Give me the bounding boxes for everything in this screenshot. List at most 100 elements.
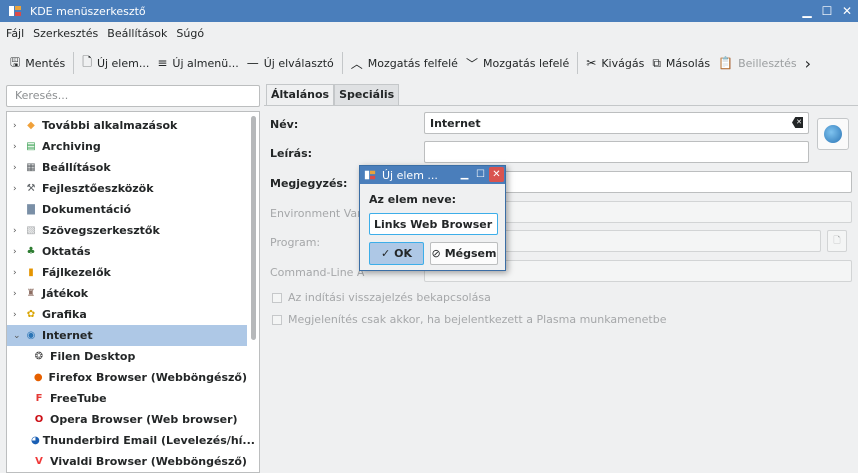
tree-item-freetube[interactable]: F FreeTube (7, 388, 247, 409)
filen-icon: ❂ (34, 351, 44, 362)
expand-arrow-icon[interactable]: › (13, 184, 23, 194)
new-item-button[interactable]: 🗋 Új elem... (78, 50, 153, 76)
tree-item-archiving[interactable]: › ▤ Archiving (7, 136, 247, 157)
freetube-icon: F (35, 393, 43, 404)
games-icon: ♜ (26, 288, 36, 299)
search-input[interactable]: Keresés... (6, 85, 260, 107)
expand-arrow-icon[interactable]: › (13, 247, 23, 257)
menu-settings[interactable]: Beállítások (107, 27, 167, 40)
copy-icon: ⧉ (652, 55, 661, 70)
dialog-maximize-button[interactable]: ☐ (473, 167, 488, 182)
copy-button[interactable]: ⧉ Másolás (648, 50, 714, 76)
tree-item-filen[interactable]: ❂ Filen Desktop (7, 346, 247, 367)
new-item-dialog: Új elem ... ▁ ☐ ✕ Az elem neve: Links We… (359, 165, 506, 271)
tree-item-settings[interactable]: › ▦ Beállítások (7, 157, 247, 178)
dialog-minimize-button[interactable]: ▁ (457, 167, 472, 182)
plasma-only-checkbox[interactable]: Megjelenítés csak akkor, ha bejelentkeze… (272, 313, 666, 326)
dialog-titlebar[interactable]: Új elem ... ▁ ☐ ✕ (360, 166, 505, 184)
comment-label: Megjegyzés: (270, 177, 348, 190)
move-down-button[interactable]: ﹀ Mozgatás lefelé (462, 50, 573, 76)
menu-help[interactable]: Súgó (176, 27, 204, 40)
expand-arrow-icon[interactable]: › (13, 163, 23, 173)
maximize-button[interactable]: ☐ (818, 2, 836, 19)
new-separator-button[interactable]: — Új elválasztó (243, 50, 338, 76)
scissors-icon: ✂ (586, 56, 597, 70)
graphics-icon: ✿ (26, 309, 36, 320)
tree-item-documentation[interactable]: ▇ Dokumentáció (7, 199, 247, 220)
tree-item-internet[interactable]: ⌄ ◉ Internet (7, 325, 247, 346)
window-titlebar[interactable]: KDE menüszerkesztő ▁ ☐ ✕ (0, 0, 858, 22)
tree-item-vivaldi[interactable]: V Vivaldi Browser (Webböngésző) (7, 451, 247, 472)
item-name-label: Az elem neve: (369, 193, 457, 206)
new-file-icon: 🗋 (82, 54, 92, 69)
name-label: Név: (270, 118, 299, 131)
collapse-arrow-icon[interactable]: ⌄ (13, 331, 23, 341)
expand-arrow-icon[interactable]: › (13, 142, 23, 152)
tab-general[interactable]: Általános (266, 84, 335, 105)
toolbar-separator (341, 52, 343, 74)
tree-scrollbar[interactable] (249, 113, 258, 471)
book-icon: ▇ (27, 204, 35, 215)
menubar: Fájl Szerkesztés Beállítások Súgó (0, 22, 858, 44)
cancel-icon: ⊘ (431, 247, 441, 260)
tree-item-devtools[interactable]: › ⚒ Fejlesztőeszközök (7, 178, 247, 199)
save-button[interactable]: 🖫 Mentés (6, 50, 69, 76)
scrollbar-thumb[interactable] (251, 116, 256, 340)
name-field[interactable]: Internet ✕ (424, 112, 809, 134)
chevron-up-icon: ︿ (350, 56, 363, 71)
tab-advanced[interactable]: Speciális (334, 84, 400, 105)
window-title: KDE menüszerkesztő (30, 4, 146, 18)
menu-tree[interactable]: › ◆ További alkalmazások › ▤ Archiving › ▦ Beá… (6, 111, 260, 473)
expand-arrow-icon[interactable]: › (13, 268, 23, 278)
dialog-close-button[interactable]: ✕ (489, 167, 504, 182)
kmenuedit-app-icon (364, 169, 376, 181)
ok-button[interactable]: ✓ OK (369, 242, 424, 265)
description-field[interactable] (424, 141, 809, 163)
env-vars-label: Environment Var (270, 207, 362, 220)
toolbar: 🖫 Mentés 🗋 Új elem... ≡ Új almenü... — Új el… (0, 44, 858, 82)
startup-feedback-checkbox[interactable]: Az indítási visszajelzés bekapcsolása (272, 291, 491, 304)
tree-item-editors[interactable]: › ▧ Szövegszerkesztők (7, 220, 247, 241)
expand-arrow-icon[interactable]: › (13, 121, 23, 131)
globe-icon: ◉ (26, 330, 36, 341)
archive-icon: ▤ (26, 141, 36, 152)
minimize-button[interactable]: ▁ (798, 2, 816, 19)
tree-item-more-apps[interactable]: › ◆ További alkalmazások (7, 115, 247, 136)
tree-item-education[interactable]: › ♣ Oktatás (7, 241, 247, 262)
properties-panel: Név: Internet ✕ Leírás: Megjegyzés: Envi… (264, 105, 858, 473)
firefox-icon: ● (33, 372, 43, 383)
browse-file-icon[interactable]: 🗋 (827, 230, 847, 252)
chevron-down-icon: ﹀ (465, 56, 478, 71)
tree-item-games[interactable]: › ♜ Játékok (7, 283, 247, 304)
opera-icon: O (34, 414, 44, 425)
tree-item-opera[interactable]: O Opera Browser (Web browser) (7, 409, 247, 430)
cancel-button[interactable]: ⊘ Mégsem (430, 242, 498, 265)
save-icon: 🖫 (10, 54, 21, 69)
menu-file[interactable]: Fájl (6, 27, 24, 40)
tab-bar: Általános Speciális (266, 84, 400, 105)
new-submenu-button[interactable]: ≡ Új almenü... (153, 50, 242, 76)
move-up-button[interactable]: ︿ Mozgatás felfelé (347, 50, 462, 76)
item-name-input[interactable]: Links Web Browser (369, 213, 498, 235)
close-button[interactable]: ✕ (838, 2, 856, 19)
toolbar-separator (73, 52, 75, 74)
tree-item-graphics[interactable]: › ✿ Grafika (7, 304, 247, 325)
editor-icon: ▧ (26, 225, 36, 236)
toolbar-overflow-button[interactable]: › (801, 50, 815, 76)
tree-item-file-managers[interactable]: › ▮ Fájlkezelők (7, 262, 247, 283)
dialog-title: Új elem ... (382, 168, 438, 182)
expand-arrow-icon[interactable]: › (13, 226, 23, 236)
thunderbird-icon: ◕ (31, 435, 40, 446)
clear-icon[interactable]: ✕ (792, 117, 803, 128)
menu-edit[interactable]: Szerkesztés (33, 27, 98, 40)
expand-arrow-icon[interactable]: › (13, 310, 23, 320)
expand-arrow-icon[interactable]: › (13, 289, 23, 299)
program-label: Program: (270, 236, 321, 249)
kmenuedit-app-icon (8, 4, 22, 18)
tree-item-firefox[interactable]: ● Firefox Browser (Webböngésző) (7, 367, 247, 388)
item-icon-button[interactable] (817, 118, 849, 150)
cut-button[interactable]: ✂ Kivágás (582, 50, 648, 76)
paste-button[interactable]: 📋 Beillesztés (714, 50, 801, 76)
tree-item-thunderbird[interactable]: ◕ Thunderbird Email (Levelezés/hí... (7, 430, 255, 451)
education-icon: ♣ (26, 246, 36, 257)
